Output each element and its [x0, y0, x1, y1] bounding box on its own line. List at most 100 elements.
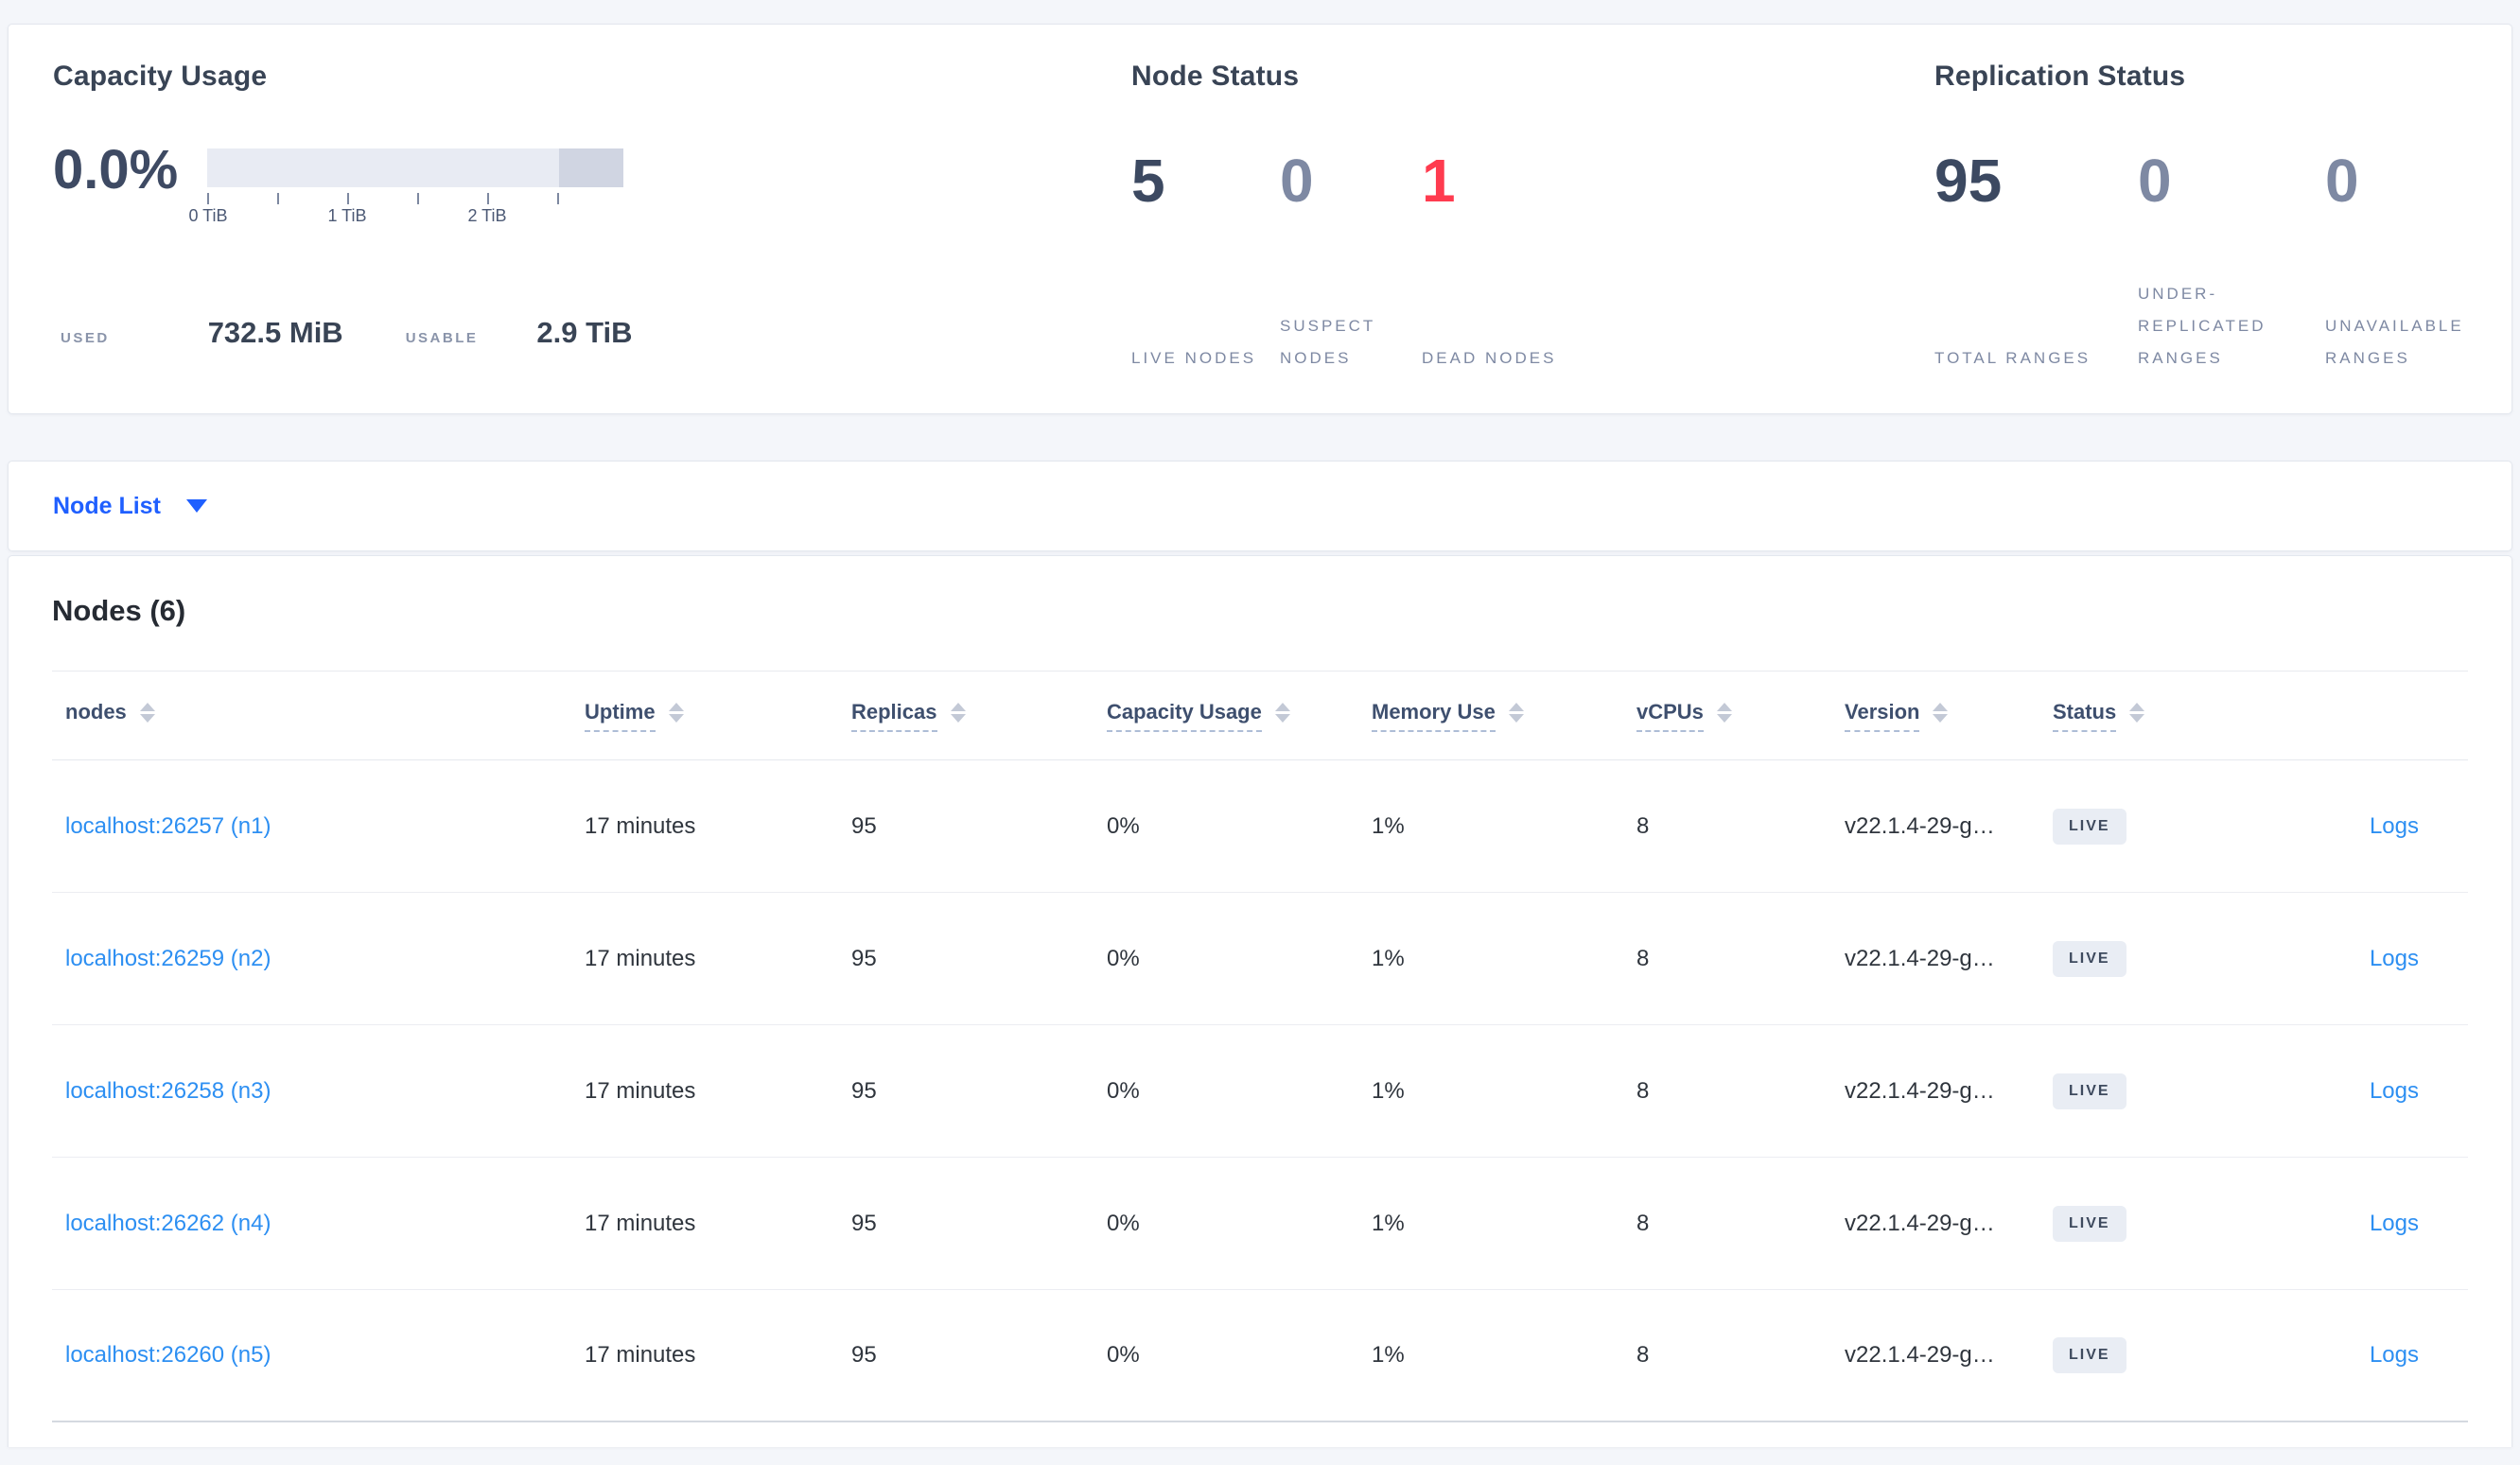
column-header-version[interactable]: Version — [1845, 700, 2053, 732]
stat-column: 5 LIVE NODES — [1131, 148, 1280, 375]
status-badge: LIVE — [2053, 1205, 2126, 1242]
stat-column: 0 UNAVAILABLE RANGES — [2325, 148, 2500, 375]
status-badge: LIVE — [2053, 1337, 2126, 1373]
node-cell: localhost:26259 (n2) — [52, 946, 585, 972]
status-cell: LIVE — [2053, 1073, 2336, 1109]
replication-status-title: Replication Status — [1934, 61, 2186, 92]
column-header-status[interactable]: Status — [2053, 700, 2336, 732]
sort-icon[interactable] — [950, 703, 966, 723]
sort-icon[interactable] — [139, 703, 155, 723]
stat-column: 1 DEAD NODES — [1422, 148, 1583, 375]
sort-icon[interactable] — [1933, 703, 1949, 723]
logs-cell: Logs — [2336, 1078, 2468, 1105]
node-cell: localhost:26260 (n5) — [52, 1342, 585, 1369]
nodes-table-body: localhost:26257 (n1) 17 minutes 95 0% 1% 8 v22… — [52, 760, 2468, 1422]
version-cell: v22.1.4-29-g… — [1845, 1077, 1995, 1104]
replicas-cell: 95 — [851, 1342, 877, 1368]
node-link[interactable]: localhost:26257 (n1) — [65, 813, 585, 840]
replicas-cell: 95 — [851, 1210, 877, 1236]
column-header-label: Uptime — [585, 700, 656, 732]
node-status-title: Node Status — [1131, 61, 1300, 92]
column-header-memory-use[interactable]: Memory Use — [1372, 700, 1636, 732]
nodes-table-header: nodes Uptime Replicas Capacity Usage Memory … — [52, 671, 2468, 760]
stat-label: UNDER-REPLICATED RANGES — [2138, 285, 2266, 367]
capacity-usage-cell: 0% — [1107, 1210, 1140, 1236]
capacity-gauge: 0 TiB 1 TiB 2 TiB — [188, 148, 623, 231]
uptime-cell: 17 minutes — [585, 1342, 696, 1368]
capacity-usage-section: Capacity Usage 0.0% 0 TiB 1 TiB 2 TiB US… — [53, 25, 632, 350]
vcpus-cell: 8 — [1636, 1342, 1650, 1368]
table-row: localhost:26259 (n2) 17 minutes 95 0% 1% 8 v22… — [52, 893, 2468, 1025]
version-cell: v22.1.4-29-g… — [1845, 1210, 1995, 1236]
status-cell: LIVE — [2053, 940, 2336, 977]
column-header-label: vCPUs — [1636, 700, 1704, 732]
usable-value: 2.9 TiB — [536, 316, 633, 349]
node-status-stats: 5 LIVE NODES 0 SUSPECT NODES 1 DEAD NODES — [1131, 148, 1583, 375]
table-row: localhost:26262 (n4) 17 minutes 95 0% 1% 8 v22… — [52, 1158, 2468, 1290]
capacity-usage-cell: 0% — [1107, 812, 1140, 839]
uptime-cell: 17 minutes — [585, 812, 696, 839]
logs-link[interactable]: Logs — [2336, 813, 2419, 840]
tick-label-0: 0 TiB — [188, 206, 228, 225]
status-cell: LIVE — [2053, 1337, 2336, 1373]
vcpus-cell: 8 — [1636, 812, 1650, 839]
vcpus-cell: 8 — [1636, 1210, 1650, 1236]
status-badge: LIVE — [2053, 1073, 2126, 1109]
usable-label: USABLE — [405, 330, 479, 346]
sort-icon[interactable] — [1274, 703, 1290, 723]
sort-icon[interactable] — [2129, 703, 2145, 723]
table-row: localhost:26260 (n5) 17 minutes 95 0% 1% 8 v22… — [52, 1290, 2468, 1422]
tick-label-1: 1 TiB — [327, 206, 367, 225]
memory-use-cell: 1% — [1372, 1342, 1405, 1368]
node-cell: localhost:26262 (n4) — [52, 1211, 585, 1237]
stat-value: 95 — [1934, 147, 2003, 215]
logs-link[interactable]: Logs — [2336, 946, 2419, 972]
stat-column: 0 SUSPECT NODES — [1280, 148, 1422, 375]
stat-column: 95 TOTAL RANGES — [1934, 148, 2138, 375]
status-badge: LIVE — [2053, 940, 2126, 977]
column-header-nodes[interactable]: nodes — [52, 700, 585, 732]
column-header-vcpus[interactable]: vCPUs — [1636, 700, 1845, 732]
version-cell: v22.1.4-29-g… — [1845, 812, 1995, 839]
view-selector-bar: Node List — [8, 461, 2512, 551]
sort-icon[interactable] — [1508, 703, 1524, 723]
node-list-dropdown[interactable]: Node List — [53, 493, 207, 520]
sort-icon[interactable] — [1716, 703, 1732, 723]
column-header-replicas[interactable]: Replicas — [851, 700, 1107, 732]
logs-link[interactable]: Logs — [2336, 1342, 2419, 1369]
logs-link[interactable]: Logs — [2336, 1078, 2419, 1105]
stat-label: UNAVAILABLE RANGES — [2325, 317, 2464, 367]
stat-label: TOTAL RANGES — [1934, 349, 2091, 367]
vcpus-cell: 8 — [1636, 1077, 1650, 1104]
uptime-cell: 17 minutes — [585, 945, 696, 971]
stat-value: 1 — [1422, 147, 1456, 215]
replicas-cell: 95 — [851, 812, 877, 839]
sort-icon[interactable] — [668, 703, 684, 723]
capacity-gauge-ticks — [207, 187, 623, 204]
stat-value: 5 — [1131, 147, 1165, 215]
column-header-label: Version — [1845, 700, 1920, 732]
table-row: localhost:26258 (n3) 17 minutes 95 0% 1% 8 v22… — [52, 1025, 2468, 1158]
column-header-label: Replicas — [851, 700, 937, 732]
capacity-usage-cell: 0% — [1107, 945, 1140, 971]
column-header-label: Memory Use — [1372, 700, 1496, 732]
logs-cell: Logs — [2336, 1342, 2468, 1369]
column-header-label: Capacity Usage — [1107, 700, 1262, 732]
node-link[interactable]: localhost:26262 (n4) — [65, 1211, 585, 1237]
node-link[interactable]: localhost:26258 (n3) — [65, 1078, 585, 1105]
node-link[interactable]: localhost:26259 (n2) — [65, 946, 585, 972]
logs-link[interactable]: Logs — [2336, 1211, 2419, 1237]
column-header-label: Status — [2053, 700, 2117, 732]
nodes-section-title: Nodes (6) — [52, 594, 186, 627]
memory-use-cell: 1% — [1372, 1077, 1405, 1104]
node-link[interactable]: localhost:26260 (n5) — [65, 1342, 585, 1369]
replication-status-stats: 95 TOTAL RANGES 0 UNDER-REPLICATED RANGES 0 U… — [1934, 148, 2500, 375]
column-header-capacity-usage[interactable]: Capacity Usage — [1107, 700, 1372, 732]
status-badge: LIVE — [2053, 808, 2126, 845]
tick-label-2: 2 TiB — [467, 206, 507, 225]
replicas-cell: 95 — [851, 1077, 877, 1104]
column-header-uptime[interactable]: Uptime — [585, 700, 851, 732]
stat-value: 0 — [2325, 147, 2359, 215]
capacity-usage-cell: 0% — [1107, 1342, 1140, 1368]
nodes-table-card: Nodes (6) nodes Uptime Replicas Capacity Us… — [8, 555, 2512, 1447]
